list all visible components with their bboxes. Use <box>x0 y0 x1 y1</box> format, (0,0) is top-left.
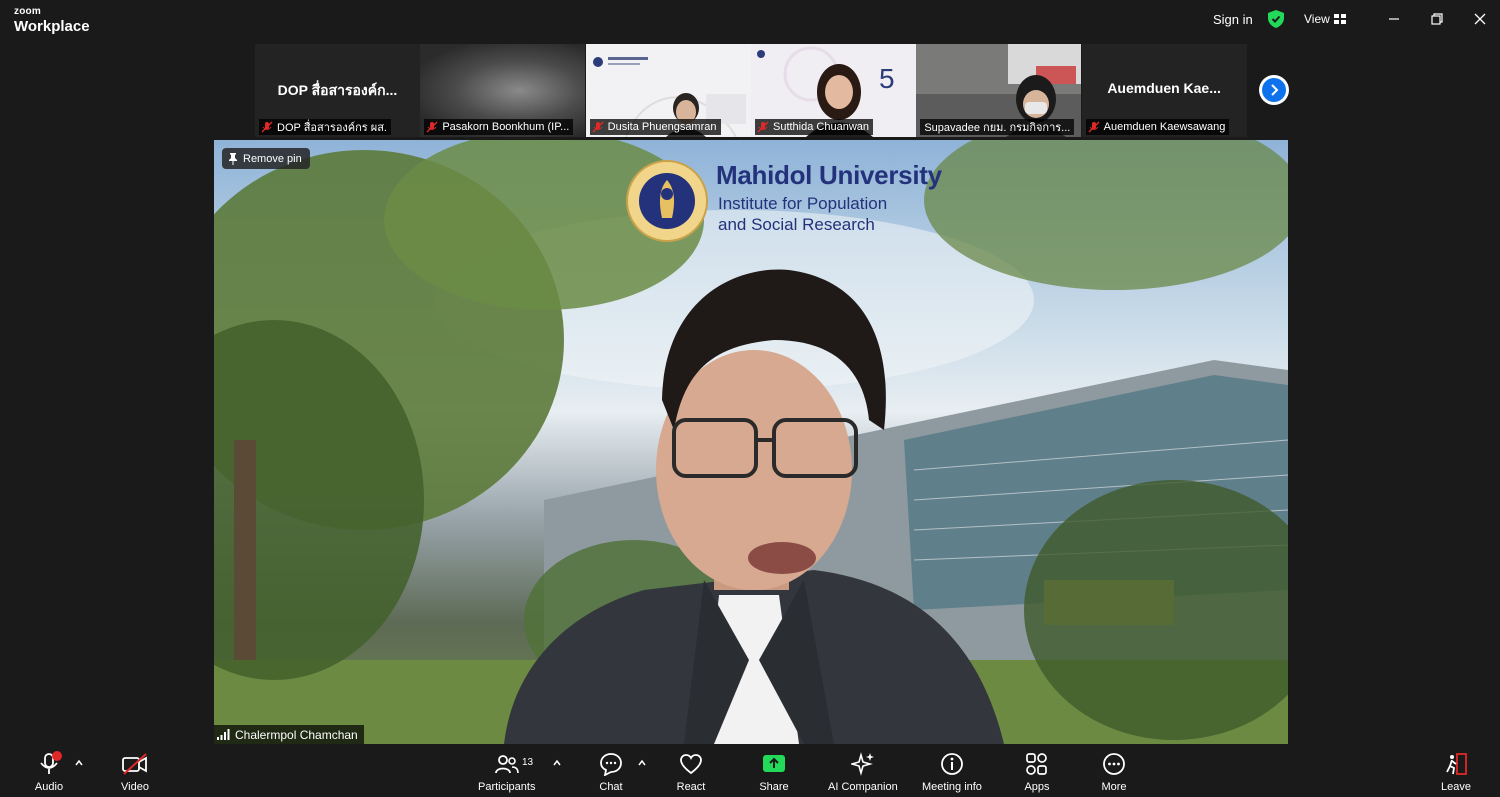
minimize-icon <box>1389 18 1399 20</box>
logo-line-2: and Social Research <box>718 215 875 234</box>
participant-label: DOP สื่อสารองค์กร ผส. <box>277 122 387 134</box>
speaker-name: Chalermpol Chamchan <box>235 727 358 742</box>
participant-name-bar: Supavadee กยม. กรมกิจการ... <box>920 119 1075 135</box>
participant-label: Auemduen Kaewsawang <box>1103 121 1226 133</box>
apps-icon <box>1026 753 1047 775</box>
share-button[interactable]: Share <box>759 750 789 793</box>
meeting-info-label: Meeting info <box>922 781 982 793</box>
chevron-right-icon <box>1271 84 1279 96</box>
brand-top: zoom <box>14 6 41 17</box>
restore-button[interactable] <box>1425 8 1449 30</box>
participant-strip: DOP สื่อสารองค์ก... DOP สื่อสารองค์กร ผส… <box>255 44 1247 137</box>
react-label: React <box>676 781 706 793</box>
brand-bottom: Workplace <box>14 18 90 35</box>
info-icon <box>941 753 963 775</box>
title-bar: zoom Workplace Sign in View <box>0 0 1500 40</box>
view-button[interactable]: View <box>1304 12 1346 26</box>
leave-button[interactable]: Leave <box>1441 750 1471 793</box>
mahidol-logo: Mahidol University Institute for Populat… <box>626 160 966 244</box>
apps-label: Apps <box>1024 781 1050 793</box>
participant-label: Supavadee กยม. กรมกิจการ... <box>924 122 1071 134</box>
participant-label: Sutthida Chuanwan <box>772 121 869 133</box>
next-page-button[interactable] <box>1259 75 1289 105</box>
participant-label: Pasakorn Boonkhum (IP... <box>442 121 570 133</box>
participant-tile[interactable]: Pasakorn Boonkhum (IP... <box>420 44 586 137</box>
audio-button[interactable]: Audio <box>34 750 64 793</box>
active-speaker-video[interactable]: Remove pin Mahidol University Institute … <box>214 140 1288 744</box>
meeting-info-button[interactable]: Meeting info <box>922 750 982 793</box>
share-label: Share <box>759 781 789 793</box>
mic-muted-icon <box>592 121 604 133</box>
view-label: View <box>1304 12 1330 26</box>
participant-name-bar: Pasakorn Boonkhum (IP... <box>424 119 574 135</box>
ai-companion-button[interactable]: AI Companion <box>828 750 898 793</box>
participant-name-large: Auemduen Kae... <box>1107 80 1221 96</box>
participant-tile[interactable]: Supavadee กยม. กรมกิจการ... <box>916 44 1082 137</box>
logo-title: Mahidol University <box>716 160 942 190</box>
meeting-toolbar: Audio Video Participants 13 Chat React S… <box>0 745 1500 797</box>
svg-text:5: 5 <box>879 63 895 94</box>
zoom-workplace-logo: zoom Workplace <box>14 6 90 35</box>
more-label: More <box>1101 781 1127 793</box>
participant-name-bar: Sutthida Chuanwan <box>754 119 873 135</box>
participant-name-bar: Auemduen Kaewsawang <box>1085 119 1230 135</box>
more-button[interactable]: More <box>1099 750 1129 793</box>
chat-options-chevron-up-icon[interactable] <box>637 758 647 768</box>
participant-tile[interactable]: 5 Sutthida Chuanwan <box>750 44 916 137</box>
video-off-icon <box>122 753 147 775</box>
participant-name-bar: Dusita Phuengsamran <box>589 119 721 135</box>
mic-muted-icon <box>261 121 273 133</box>
video-button[interactable]: Video <box>120 750 150 793</box>
participant-label: Dusita Phuengsamran <box>607 121 717 133</box>
mic-muted-icon <box>426 121 438 133</box>
participant-tile[interactable]: Auemduen Kae... Auemduen Kaewsawang <box>1081 44 1247 137</box>
participant-tile[interactable]: DOP สื่อสารองค์ก... DOP สื่อสารองค์กร ผส… <box>255 44 420 137</box>
participants-label: Participants <box>478 781 536 793</box>
mic-muted-icon <box>757 121 769 133</box>
close-button[interactable] <box>1468 8 1492 30</box>
chat-label: Chat <box>599 781 623 793</box>
participant-tile[interactable]: Dusita Phuengsamran <box>585 44 751 137</box>
sparkle-icon <box>850 752 874 776</box>
leave-icon <box>1446 753 1467 775</box>
audio-label: Audio <box>34 781 64 793</box>
shield-check-icon[interactable] <box>1268 10 1284 28</box>
more-icon <box>1103 753 1125 775</box>
logo-line-1: Institute for Population <box>718 194 888 213</box>
chat-button[interactable]: Chat <box>596 750 626 793</box>
audio-options-chevron-up-icon[interactable] <box>74 758 84 768</box>
video-label: Video <box>121 781 149 793</box>
grid-view-icon <box>1333 13 1346 24</box>
minimize-button[interactable] <box>1382 8 1406 30</box>
close-icon <box>1474 13 1486 25</box>
remove-pin-label: Remove pin <box>243 152 302 165</box>
speaker-name-bar: Chalermpol Chamchan <box>214 725 364 744</box>
audio-alert-badge <box>52 751 62 761</box>
pin-icon <box>229 152 237 165</box>
participants-icon <box>494 755 519 774</box>
university-seal-icon <box>626 160 708 242</box>
chat-icon <box>600 753 622 776</box>
apps-button[interactable]: Apps <box>1022 750 1052 793</box>
participants-count: 13 <box>522 757 534 768</box>
sign-in-link[interactable]: Sign in <box>1213 12 1253 27</box>
react-button[interactable]: React <box>676 750 706 793</box>
participant-name-large: DOP สื่อสารองค์ก... <box>277 82 398 98</box>
remove-pin-button[interactable]: Remove pin <box>222 148 310 169</box>
participant-name-bar: DOP สื่อสารองค์กร ผส. <box>259 119 391 135</box>
signal-strength-icon <box>217 729 230 740</box>
participants-options-chevron-up-icon[interactable] <box>552 758 562 768</box>
restore-icon <box>1431 13 1443 25</box>
ai-companion-label: AI Companion <box>828 781 898 793</box>
leave-label: Leave <box>1441 781 1471 793</box>
mic-muted-icon <box>1088 121 1100 133</box>
share-screen-icon <box>763 755 785 772</box>
heart-icon <box>680 754 702 775</box>
